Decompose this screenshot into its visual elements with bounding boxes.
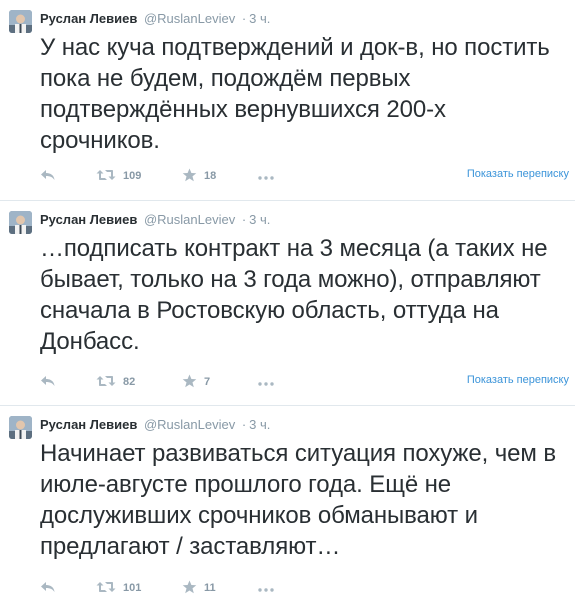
tweet-text: У нас куча подтверждений и док-в, но пос… [40, 34, 550, 154]
timestamp[interactable]: 3 ч. [249, 11, 270, 26]
username[interactable]: @RuslanLeviev [144, 212, 235, 227]
more-button[interactable] [258, 372, 274, 392]
reply-icon [40, 375, 56, 390]
tweet-header: Руслан Левиев @RuslanLeviev · 3 ч. [40, 212, 270, 228]
tweet-actions: 109 18 Показать переписку [40, 166, 575, 186]
avatar[interactable] [9, 211, 32, 234]
star-icon [182, 168, 197, 185]
retweet-button[interactable]: 101 [96, 578, 141, 598]
reply-icon [40, 169, 56, 184]
fullname[interactable]: Руслан Левиев [40, 417, 137, 432]
view-conversation-link[interactable]: Показать переписку [467, 374, 569, 386]
favorite-count: 7 [204, 376, 211, 388]
tweet-header: Руслан Левиев @RuslanLeviev · 3 ч. [40, 11, 270, 27]
tweet: Руслан Левиев @RuslanLeviev · 3 ч. Начина… [0, 406, 575, 603]
tweet: Руслан Левиев @RuslanLeviev · 3 ч. У нас … [0, 0, 575, 201]
retweet-icon [96, 581, 116, 596]
tweet-text: …подписать контракт на 3 месяца (а таких… [40, 235, 548, 355]
favorite-button[interactable]: 7 [182, 372, 210, 392]
retweet-icon [96, 375, 116, 390]
avatar[interactable] [9, 10, 32, 33]
favorite-count: 11 [204, 582, 216, 594]
tweet-actions: 82 7 Показать переписку [40, 372, 575, 392]
more-icon [258, 169, 274, 183]
tweet: Руслан Левиев @RuslanLeviev · 3 ч. …подпи… [0, 201, 575, 406]
retweet-icon [96, 169, 116, 184]
more-icon [258, 581, 274, 595]
fullname[interactable]: Руслан Левиев [40, 11, 137, 26]
tweet-text: Начинает развиваться ситуация похуже, че… [40, 440, 557, 560]
timestamp[interactable]: 3 ч. [249, 212, 270, 227]
avatar[interactable] [9, 416, 32, 439]
retweet-count: 82 [123, 376, 136, 388]
view-conversation-link[interactable]: Показать переписку [467, 168, 569, 180]
star-icon [182, 374, 197, 391]
star-icon [182, 580, 197, 597]
favorite-button[interactable]: 11 [182, 578, 216, 598]
favorite-count: 18 [204, 170, 217, 182]
more-icon [258, 375, 274, 389]
tweet-actions: 101 11 [40, 578, 575, 598]
retweet-count: 109 [123, 170, 142, 182]
reply-button[interactable] [40, 372, 56, 392]
username[interactable]: @RuslanLeviev [144, 417, 235, 432]
reply-button[interactable] [40, 578, 56, 598]
tweet-header: Руслан Левиев @RuslanLeviev · 3 ч. [40, 417, 270, 433]
separator: · [241, 11, 247, 26]
timestamp[interactable]: 3 ч. [249, 417, 270, 432]
separator: · [241, 212, 247, 227]
username[interactable]: @RuslanLeviev [144, 11, 235, 26]
retweet-count: 101 [123, 582, 142, 594]
reply-icon [40, 581, 56, 596]
fullname[interactable]: Руслан Левиев [40, 212, 137, 227]
more-button[interactable] [258, 166, 274, 186]
separator: · [241, 417, 247, 432]
more-button[interactable] [258, 578, 274, 598]
favorite-button[interactable]: 18 [182, 166, 216, 186]
retweet-button[interactable]: 82 [96, 372, 135, 392]
retweet-button[interactable]: 109 [96, 166, 141, 186]
reply-button[interactable] [40, 166, 56, 186]
